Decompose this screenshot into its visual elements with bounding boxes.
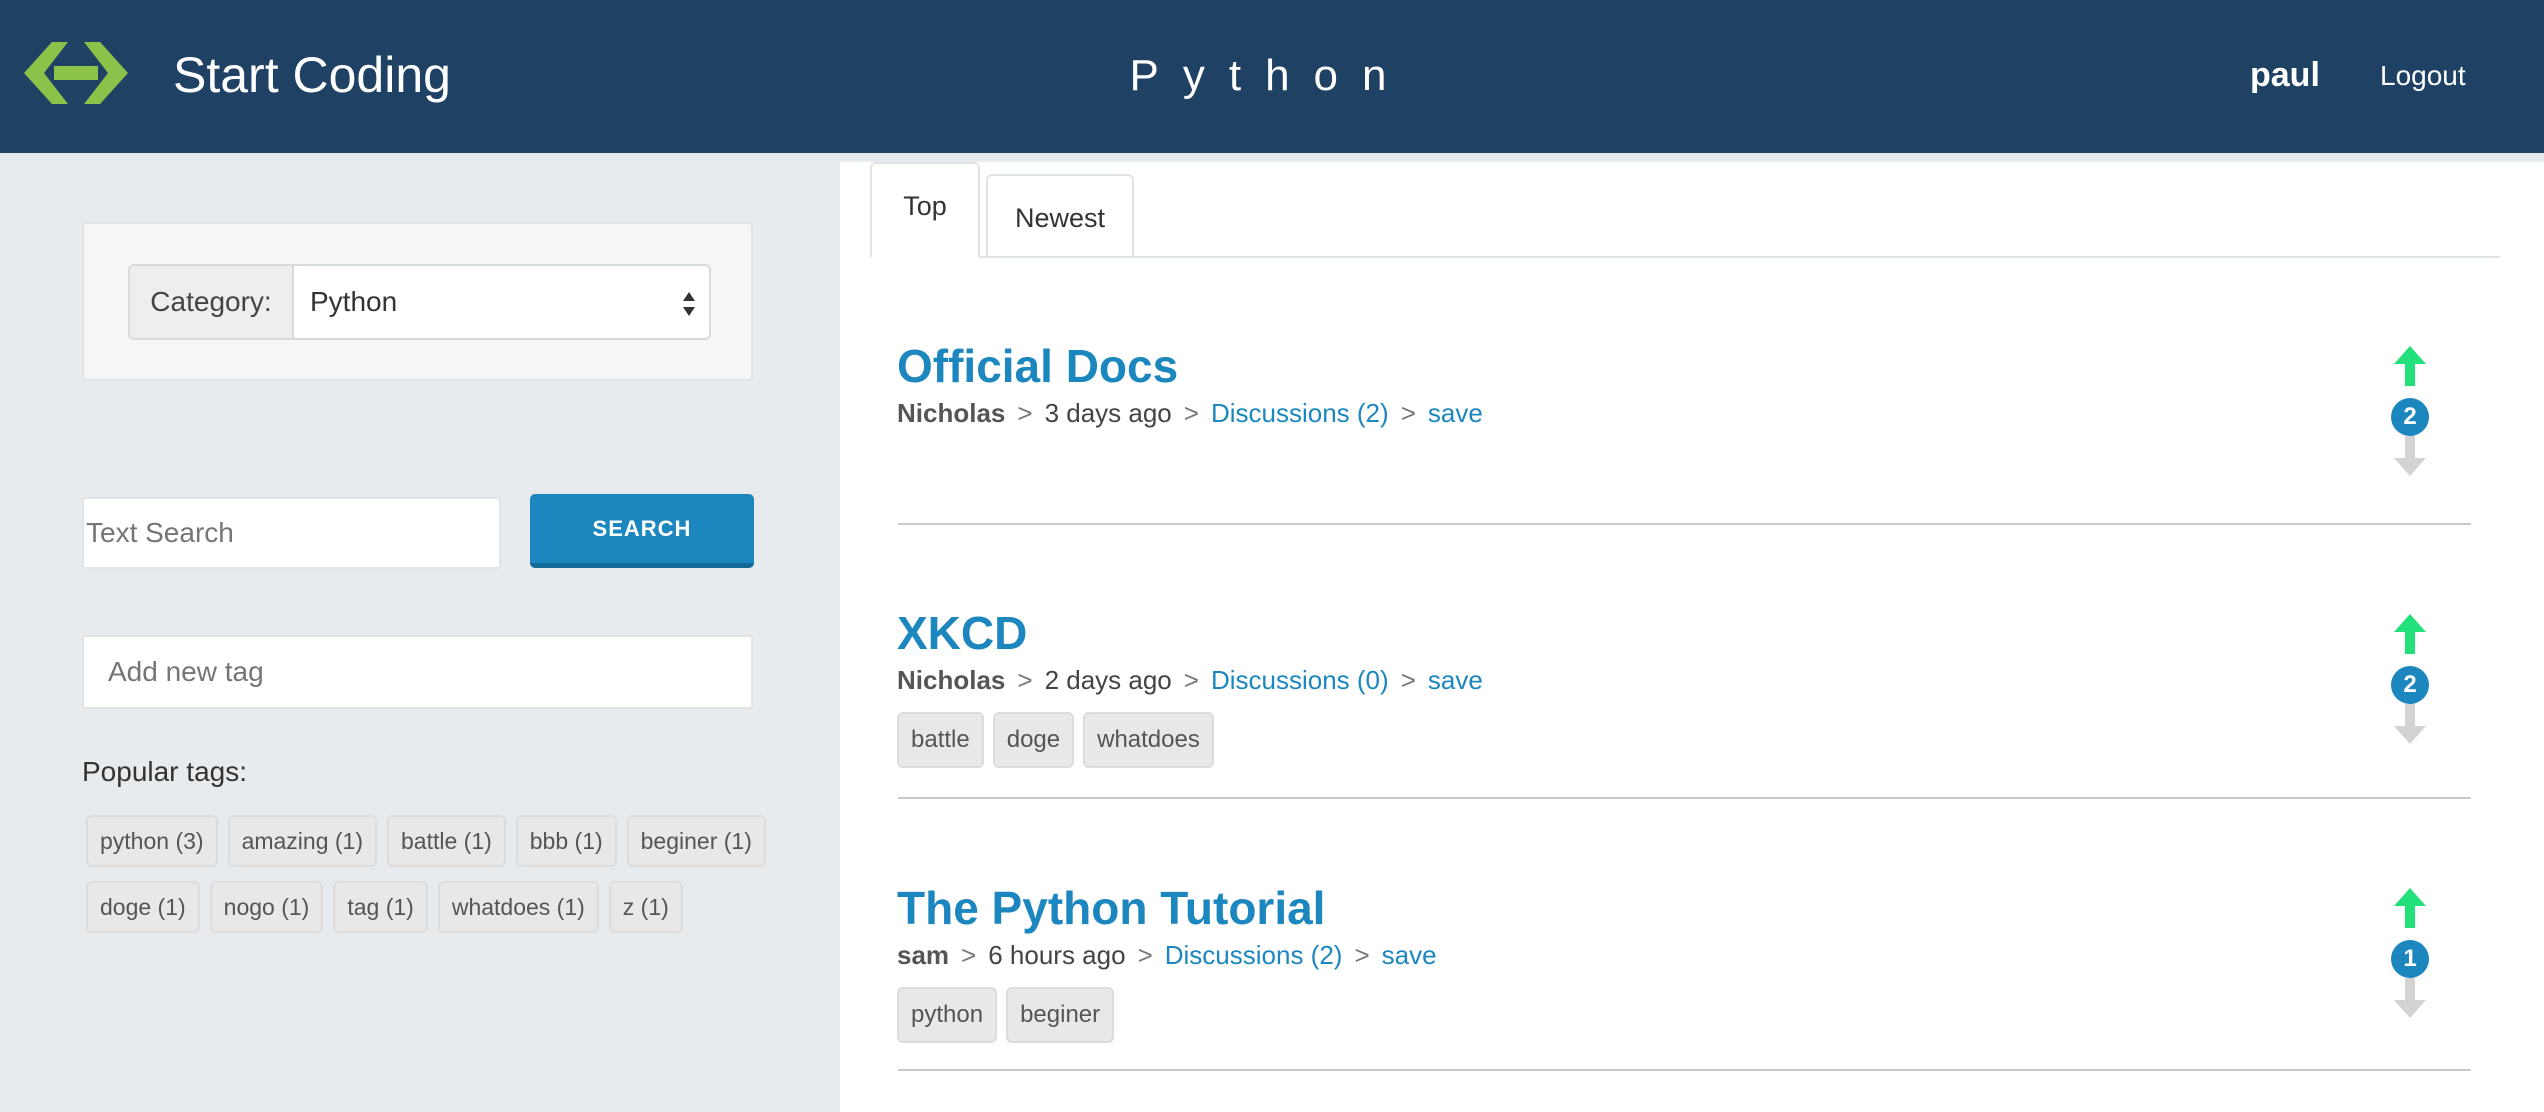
post-item: XKCD Nicholas > 2 days ago > Discussions… bbox=[897, 604, 2470, 768]
vote-widget: 2 bbox=[2390, 614, 2430, 744]
post-meta: sam > 6 hours ago > Discussions (2) > sa… bbox=[897, 937, 2470, 973]
save-link[interactable]: save bbox=[1428, 395, 1483, 431]
breadcrumb-separator: > bbox=[1137, 940, 1153, 970]
search-input[interactable] bbox=[82, 497, 501, 569]
discussions-link[interactable]: Discussions (2) bbox=[1165, 937, 1343, 973]
post-divider bbox=[898, 523, 2471, 525]
username[interactable]: paul bbox=[2250, 52, 2320, 98]
breadcrumb-separator: > bbox=[1183, 665, 1199, 695]
breadcrumb-separator: > bbox=[1017, 398, 1033, 428]
category-label: Category: bbox=[128, 264, 294, 340]
breadcrumb-separator: > bbox=[1183, 398, 1199, 428]
top-navbar: Start Coding Python paul Logout bbox=[0, 0, 2544, 153]
post-divider bbox=[898, 1069, 2471, 1071]
post-tag[interactable]: whatdoes bbox=[1083, 712, 1214, 768]
post-item: The Python Tutorial sam > 6 hours ago > … bbox=[897, 879, 2470, 1043]
vote-widget: 2 bbox=[2390, 346, 2430, 476]
post-time: 2 days ago bbox=[1044, 665, 1172, 695]
post-divider bbox=[898, 797, 2471, 799]
post-author[interactable]: Nicholas bbox=[897, 662, 1005, 698]
category-select-value: Python bbox=[310, 286, 398, 317]
tab-newest[interactable]: Newest bbox=[986, 174, 1134, 258]
post-meta: Nicholas > 2 days ago > Discussions (0) … bbox=[897, 662, 2470, 698]
code-brackets-icon[interactable] bbox=[24, 42, 128, 104]
post-meta: Nicholas > 3 days ago > Discussions (2) … bbox=[897, 395, 2470, 431]
breadcrumb-separator: > bbox=[961, 940, 977, 970]
vote-widget: 1 bbox=[2390, 888, 2430, 1018]
category-panel: Category: Python bbox=[82, 222, 753, 381]
post-tags: python beginer bbox=[897, 987, 2470, 1043]
popular-tag[interactable]: nogo (1) bbox=[209, 881, 324, 933]
popular-tag[interactable]: z (1) bbox=[608, 881, 683, 933]
discussions-link[interactable]: Discussions (2) bbox=[1211, 395, 1389, 431]
breadcrumb-separator: > bbox=[1400, 665, 1416, 695]
popular-tags-heading: Popular tags: bbox=[82, 756, 247, 787]
page-title: Python bbox=[1129, 51, 1411, 100]
category-select[interactable]: Python bbox=[292, 264, 711, 340]
popular-tag[interactable]: beginer (1) bbox=[626, 815, 766, 867]
post-author[interactable]: sam bbox=[897, 937, 949, 973]
post-title-link[interactable]: Official Docs bbox=[897, 337, 2470, 395]
popular-tag[interactable]: whatdoes (1) bbox=[437, 881, 599, 933]
breadcrumb-separator: > bbox=[1354, 940, 1370, 970]
downvote-arrow-icon[interactable] bbox=[2394, 436, 2426, 476]
popular-tag[interactable]: bbb (1) bbox=[515, 815, 617, 867]
post-tag[interactable]: python bbox=[897, 987, 998, 1043]
breadcrumb-separator: > bbox=[1400, 398, 1416, 428]
popular-tag[interactable]: doge (1) bbox=[86, 881, 200, 933]
discussions-link[interactable]: Discussions (0) bbox=[1211, 662, 1389, 698]
popular-tag[interactable]: battle (1) bbox=[387, 815, 506, 867]
post-time: 6 hours ago bbox=[988, 940, 1126, 970]
popular-tags-row: python (3) amazing (1) battle (1) bbb (1… bbox=[86, 815, 766, 867]
save-link[interactable]: save bbox=[1428, 662, 1483, 698]
popular-tag[interactable]: tag (1) bbox=[333, 881, 428, 933]
popular-tags-row: doge (1) nogo (1) tag (1) whatdoes (1) z… bbox=[86, 881, 683, 933]
add-tag-input[interactable] bbox=[82, 635, 753, 709]
popular-tag[interactable]: python (3) bbox=[86, 815, 218, 867]
post-tag[interactable]: beginer bbox=[1006, 987, 1115, 1043]
vote-count: 1 bbox=[2391, 940, 2429, 978]
main-top-border bbox=[840, 153, 2544, 162]
post-title-link[interactable]: The Python Tutorial bbox=[897, 879, 2470, 937]
post-tag[interactable]: battle bbox=[897, 712, 984, 768]
upvote-arrow-icon[interactable] bbox=[2394, 346, 2426, 386]
post-author[interactable]: Nicholas bbox=[897, 395, 1005, 431]
vote-count: 2 bbox=[2391, 666, 2429, 704]
upvote-arrow-icon[interactable] bbox=[2394, 888, 2426, 928]
popular-tag[interactable]: amazing (1) bbox=[227, 815, 377, 867]
vote-count: 2 bbox=[2391, 398, 2429, 436]
search-button[interactable]: SEARCH bbox=[530, 494, 754, 568]
post-time: 3 days ago bbox=[1044, 398, 1172, 428]
downvote-arrow-icon[interactable] bbox=[2394, 978, 2426, 1018]
tab-top[interactable]: Top bbox=[870, 162, 980, 258]
post-title-link[interactable]: XKCD bbox=[897, 604, 2470, 662]
post-item: Official Docs Nicholas > 3 days ago > Di… bbox=[897, 337, 2470, 431]
post-tags: battle doge whatdoes bbox=[897, 712, 2470, 768]
downvote-arrow-icon[interactable] bbox=[2394, 704, 2426, 744]
brand-name[interactable]: Start Coding bbox=[173, 42, 451, 108]
logout-link[interactable]: Logout bbox=[2380, 54, 2466, 98]
breadcrumb-separator: > bbox=[1017, 665, 1033, 695]
save-link[interactable]: save bbox=[1382, 937, 1437, 973]
upvote-arrow-icon[interactable] bbox=[2394, 614, 2426, 654]
post-tag[interactable]: doge bbox=[992, 712, 1075, 768]
select-arrows-icon bbox=[683, 292, 695, 316]
